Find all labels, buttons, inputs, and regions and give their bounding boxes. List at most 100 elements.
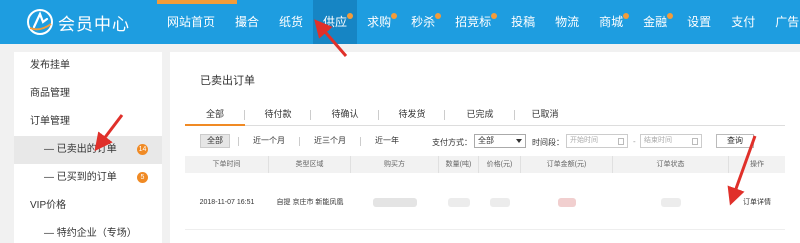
nav-item[interactable]: 物流 xyxy=(545,0,589,44)
order-detail-link[interactable]: 订单详情 xyxy=(743,199,771,206)
amount-cell xyxy=(521,176,613,230)
redacted-status xyxy=(661,197,681,207)
tab-1[interactable]: 待付款 xyxy=(245,104,311,126)
pay-method-value: 全部 xyxy=(478,136,494,145)
tab-label: 待付款 xyxy=(264,109,292,119)
nav-item-label: 商城 xyxy=(599,15,624,29)
tab-0[interactable]: 全部 xyxy=(185,104,245,126)
nav-item-label: 物流 xyxy=(555,15,580,29)
main-panel: 已卖出订单 全部 待付款 待确认 待发货 已完成 已取消 全部 近一个月 近三个月 近一年 支付… xyxy=(170,52,800,243)
nav-item[interactable]: 招竞标 xyxy=(445,0,501,44)
nav-item-label: 撮合 xyxy=(235,15,260,29)
column-header: 操作 xyxy=(750,161,764,168)
nav-item-label: 广告宣传 xyxy=(775,15,800,29)
calendar-icon xyxy=(692,138,698,145)
nav-item-label: 金融 xyxy=(643,15,668,29)
filter-divider xyxy=(360,136,361,146)
logo-icon xyxy=(26,8,54,36)
column-header: 数量(吨) xyxy=(439,156,479,173)
calendar-icon xyxy=(618,138,624,145)
filter-button[interactable]: 近一个月 xyxy=(247,134,291,148)
end-date-placeholder: 结束时间 xyxy=(644,137,672,144)
sidebar-item-bought-orders[interactable]: — 已买到的订单 5 xyxy=(14,164,162,192)
bought-count-badge: 5 xyxy=(137,172,148,183)
tab-2[interactable]: 待确认 xyxy=(311,104,379,126)
notification-dot xyxy=(491,13,498,19)
page-title: 已卖出订单 xyxy=(200,75,255,87)
nav-item[interactable]: 商城 xyxy=(589,0,633,44)
tab-label: 待发货 xyxy=(398,109,426,119)
logo[interactable]: 会员中心 xyxy=(26,7,130,37)
pay-method-select[interactable]: 全部 xyxy=(474,134,526,148)
time-range-label: 时间段： xyxy=(532,138,564,147)
sidebar: 发布挂单 商品管理 订单管理 — 已卖出的订单 14 — 已买到的订单 5 VI… xyxy=(14,52,162,243)
nav-item[interactable]: 撮合 xyxy=(225,0,269,44)
nav-item[interactable]: 支付 xyxy=(721,0,765,44)
sidebar-item-orders[interactable]: 订单管理 xyxy=(14,108,162,136)
orders-table-header: 下单时间 类型区域 购买方 数量(吨) 价格(元) 订单金额(元) 订单状态 操作 xyxy=(185,156,785,173)
redacted-amount xyxy=(558,197,576,207)
main-nav: 网站首页 撮合 纸货 供应 求购 秒杀 招竞标 投稿 物流 商城 金融 设置 支付 广告宣传 xyxy=(157,0,800,44)
tab-4[interactable]: 已完成 xyxy=(445,104,515,126)
redacted-price xyxy=(490,197,510,207)
filter-button[interactable]: 全部 xyxy=(200,134,230,148)
notification-dot xyxy=(391,13,398,19)
column-header: 价格(元) xyxy=(479,156,521,173)
sidebar-item-special[interactable]: — 特约企业（专场） xyxy=(14,220,162,243)
nav-item[interactable]: 秒杀 xyxy=(401,0,445,44)
nav-item[interactable]: 设置 xyxy=(677,0,721,44)
nav-item-label: 纸货 xyxy=(279,15,304,29)
redacted-quantity xyxy=(448,197,470,207)
nav-item-label: 网站首页 xyxy=(167,15,216,29)
column-header: 订单状态 xyxy=(613,156,729,173)
nav-item-label: 秒杀 xyxy=(411,15,436,29)
chevron-down-icon xyxy=(516,139,522,143)
sidebar-item-label: — 已卖出的订单 xyxy=(44,144,117,155)
tab-label: 已取消 xyxy=(531,109,559,119)
query-button[interactable]: 查询 xyxy=(716,134,754,148)
notification-dot xyxy=(623,13,630,19)
nav-item[interactable]: 投稿 xyxy=(501,0,545,44)
nav-item[interactable]: 网站首页 xyxy=(157,0,225,44)
tab-label: 待确认 xyxy=(331,109,359,119)
redacted-buyer xyxy=(373,197,417,207)
notification-dot xyxy=(347,13,354,19)
start-date-input[interactable]: 开始时间 xyxy=(566,134,628,148)
date-range-dash: - xyxy=(633,137,636,146)
quantity-cell xyxy=(439,176,479,230)
nav-item-label: 设置 xyxy=(687,15,712,29)
time-range-filter: 全部 近一个月 近三个月 近一年 xyxy=(200,134,413,148)
pay-method-label: 支付方式： xyxy=(432,138,472,147)
sold-count-badge: 14 xyxy=(137,144,148,155)
end-date-input[interactable]: 结束时间 xyxy=(640,134,702,148)
order-status-tabs: 全部 待付款 待确认 待发货 已完成 已取消 xyxy=(185,104,785,126)
column-header: 购买方 xyxy=(351,156,439,173)
top-nav-bar: 会员中心 网站首页 撮合 纸货 供应 求购 秒杀 招竞标 投稿 物流 商城 金融 设置 支付 广告宣传 xyxy=(0,0,800,44)
filter-button[interactable]: 近一年 xyxy=(369,134,405,148)
nav-item[interactable]: 纸货 xyxy=(269,0,313,44)
sidebar-item-publish[interactable]: 发布挂单 xyxy=(14,52,162,80)
filter-button[interactable]: 近三个月 xyxy=(308,134,352,148)
nav-item-label: 供应 xyxy=(323,15,348,29)
order-time-cell: 2018-11-07 16:51 xyxy=(199,199,255,206)
tab-5[interactable]: 已取消 xyxy=(515,104,575,126)
column-header: 下单时间 xyxy=(185,156,269,173)
action-cell: 订单详情 xyxy=(729,176,785,230)
sidebar-item-vip[interactable]: VIP价格 xyxy=(14,192,162,220)
nav-item[interactable]: 求购 xyxy=(357,0,401,44)
nav-item[interactable]: 广告宣传 xyxy=(765,0,800,44)
nav-item[interactable]: 金融 xyxy=(633,0,677,44)
column-header: 订单金额(元) xyxy=(521,156,613,173)
sidebar-item-goods[interactable]: 商品管理 xyxy=(14,80,162,108)
column-header: 类型区域 xyxy=(269,156,351,173)
nav-item[interactable]: 供应 xyxy=(313,0,358,44)
start-date-placeholder: 开始时间 xyxy=(570,137,598,144)
region-cell: 自提 京庄市 新能凤凰 xyxy=(276,199,344,206)
tab-3[interactable]: 待发货 xyxy=(379,104,445,126)
sidebar-item-label: — 已买到的订单 xyxy=(44,172,117,183)
price-cell xyxy=(479,176,521,230)
sidebar-item-sold-orders[interactable]: — 已卖出的订单 14 xyxy=(14,136,162,164)
logo-text: 会员中心 xyxy=(58,14,130,34)
nav-item-label: 求购 xyxy=(367,15,392,29)
notification-dot xyxy=(435,13,442,19)
